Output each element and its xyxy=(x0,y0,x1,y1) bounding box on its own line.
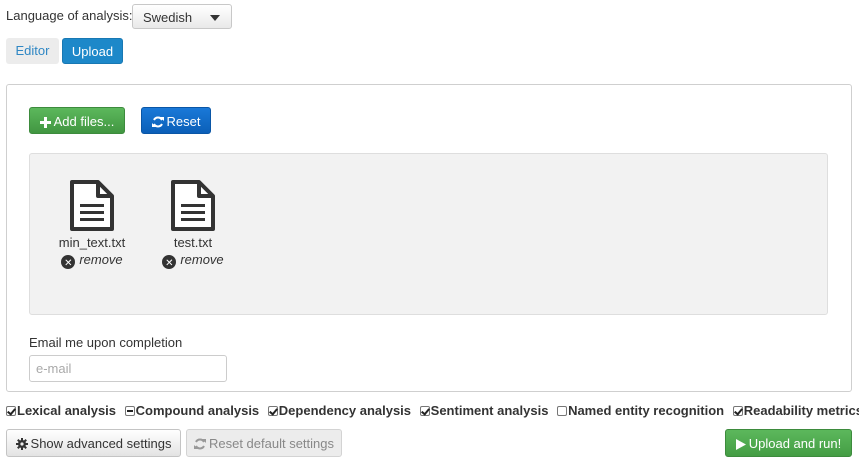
play-icon xyxy=(735,439,746,450)
file-text-icon xyxy=(70,180,114,231)
checkbox-readability-metrics[interactable]: Readability metrics xyxy=(732,403,859,418)
language-select[interactable]: Swedish xyxy=(132,4,232,29)
add-files-button[interactable]: Add files... xyxy=(29,107,125,134)
caret-down-icon xyxy=(210,15,220,21)
show-advanced-settings-button[interactable]: Show advanced settings xyxy=(6,429,181,457)
plus-icon xyxy=(39,117,51,128)
file-text-icon xyxy=(171,180,215,231)
remove-circle-icon: ✕ xyxy=(162,255,177,269)
gear-icon xyxy=(15,438,28,450)
refresh-icon xyxy=(193,438,206,450)
checkbox-label: Compound analysis xyxy=(135,403,260,418)
remove-label: remove xyxy=(79,252,123,267)
file-item: min_text.txt ✕ remove xyxy=(52,180,132,269)
checkbox-lexical-analysis[interactable]: Lexical analysis xyxy=(6,403,116,418)
refresh-icon xyxy=(151,116,164,128)
upload-and-run-label: Upload and run! xyxy=(748,436,842,451)
checkbox-label: Named entity recognition xyxy=(568,403,725,418)
reset-label: Reset xyxy=(166,114,201,129)
email-label: Email me upon completion xyxy=(29,335,183,350)
reset-default-label: Reset default settings xyxy=(208,436,335,451)
add-files-label: Add files... xyxy=(53,114,115,129)
checkbox-dependency-analysis[interactable]: Dependency analysis xyxy=(267,403,412,418)
upload-and-run-button[interactable]: Upload and run! xyxy=(725,429,852,457)
checkbox-box[interactable] xyxy=(557,406,568,416)
checkbox-sentiment-analysis[interactable]: Sentiment analysis xyxy=(419,403,549,418)
reset-default-settings-button: Reset default settings xyxy=(186,429,342,457)
analysis-options: Lexical analysis Compound analysis Depen… xyxy=(6,403,859,418)
file-name: min_text.txt xyxy=(58,235,126,250)
language-selected-value: Swedish xyxy=(143,10,193,25)
checkbox-box[interactable] xyxy=(267,406,278,416)
email-input[interactable] xyxy=(29,355,227,382)
checkbox-compound-analysis[interactable]: Compound analysis xyxy=(124,403,260,418)
reset-button[interactable]: Reset xyxy=(141,107,211,134)
language-label: Language of analysis: xyxy=(6,8,133,23)
remove-file-button[interactable]: ✕ remove xyxy=(153,251,233,269)
checkbox-label: Lexical analysis xyxy=(17,403,117,418)
tab-editor[interactable]: Editor xyxy=(6,38,59,64)
file-item: test.txt ✕ remove xyxy=(153,180,233,269)
remove-label: remove xyxy=(180,252,224,267)
checkbox-box[interactable] xyxy=(6,406,16,416)
remove-circle-icon: ✕ xyxy=(61,255,76,269)
file-name: test.txt xyxy=(173,235,213,250)
checkbox-label: Readability metrics xyxy=(743,403,859,418)
tab-upload[interactable]: Upload xyxy=(62,38,123,64)
checkbox-box[interactable] xyxy=(124,406,135,416)
checkbox-box[interactable] xyxy=(732,406,743,416)
checkbox-label: Sentiment analysis xyxy=(430,403,549,418)
checkbox-label: Dependency analysis xyxy=(278,403,412,418)
advanced-settings-label: Show advanced settings xyxy=(30,436,172,451)
checkbox-named-entity-recognition[interactable]: Named entity recognition xyxy=(557,403,724,418)
file-dropzone[interactable] xyxy=(29,153,828,315)
remove-file-button[interactable]: ✕ remove xyxy=(52,251,132,269)
checkbox-box[interactable] xyxy=(419,406,430,416)
